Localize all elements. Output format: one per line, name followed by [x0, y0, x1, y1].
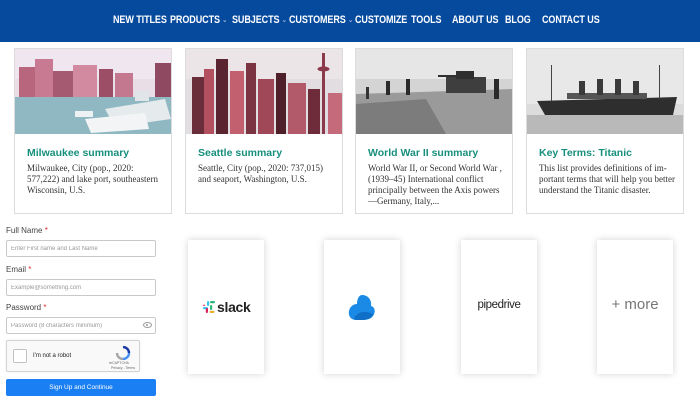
- recaptcha-logo-icon: [115, 346, 131, 360]
- required-marker: *: [44, 226, 48, 235]
- top-navigation-bar: NEW TITLES PRODUCTS ⌄ SUBJECTS ⌄ CUSTOMERS…: [0, 0, 700, 42]
- slack-logo: slack: [203, 298, 251, 316]
- required-marker: *: [28, 265, 32, 274]
- nav-about-us[interactable]: ABOUT US: [452, 14, 499, 26]
- summary-card-seattle[interactable]: Seattle summary Seattle, City (pop., 202…: [185, 48, 343, 214]
- show-password-icon[interactable]: [143, 322, 152, 328]
- nav-blog-label: BLOG: [505, 14, 531, 26]
- seattle-photo: [186, 49, 342, 134]
- card-title[interactable]: Milwaukee summary: [27, 147, 129, 159]
- more-integrations-label: + more: [611, 296, 659, 313]
- card-title[interactable]: Seattle summary: [198, 147, 282, 159]
- recaptcha-links[interactable]: Privacy - Terms: [111, 366, 135, 370]
- nav-about-us-label: ABOUT US: [452, 14, 499, 26]
- chevron-down-icon: ⌄: [348, 17, 353, 24]
- chevron-down-icon: ⌄: [281, 17, 287, 24]
- card-description: Milwaukee, City (pop., 2020: 577,222) an…: [27, 163, 158, 195]
- recaptcha-checkbox[interactable]: [13, 349, 27, 363]
- nav-customize[interactable]: CUSTOMIZE: [355, 14, 407, 26]
- nav-tools-label: TOOLS: [411, 14, 442, 26]
- card-title[interactable]: World War II summary: [368, 147, 478, 159]
- card-description: World War II, or Second World War , (193…: [368, 163, 502, 206]
- nav-customers-label: CUSTOMERS: [289, 14, 346, 26]
- nav-contact-us-label: CONTACT US: [542, 14, 600, 26]
- sign-up-button[interactable]: Sign Up and Continue: [6, 379, 156, 396]
- milwaukee-photo: [15, 49, 171, 134]
- nav-contact-us[interactable]: CONTACT US: [542, 14, 600, 26]
- integration-tile-cloud[interactable]: [324, 240, 400, 374]
- pipedrive-logo: pipedrive: [477, 299, 521, 311]
- integration-tile-more[interactable]: + more: [597, 240, 673, 374]
- recaptcha-widget: I'm not a robot reCAPTCHA Privacy - Term…: [6, 340, 140, 372]
- nav-customers[interactable]: CUSTOMERS ⌄: [289, 14, 353, 26]
- chevron-down-icon: ⌄: [222, 17, 228, 24]
- world-war-ii-photo: [356, 49, 512, 134]
- nav-new-titles-label: NEW TITLES: [113, 14, 167, 26]
- nav-new-titles[interactable]: NEW TITLES: [113, 14, 167, 26]
- summary-card-titanic[interactable]: Key Terms: Titanic This list provides de…: [526, 48, 684, 214]
- card-description: Seattle, City (pop., 2020: 737,015) and …: [198, 163, 323, 184]
- integration-tile-slack[interactable]: slack: [188, 240, 264, 374]
- password-label: Password *: [6, 303, 46, 312]
- nav-blog[interactable]: BLOG: [505, 14, 531, 26]
- summary-card-world-war-ii[interactable]: World War II summary World War II, or Se…: [355, 48, 513, 214]
- nav-subjects-label: SUBJECTS: [232, 14, 280, 26]
- nav-products-label: PRODUCTS: [170, 14, 220, 26]
- password-label-text: Password: [6, 303, 42, 312]
- required-marker: *: [43, 303, 47, 312]
- email-input[interactable]: [6, 279, 156, 296]
- card-description: This list provides definitions of im­por…: [539, 163, 675, 195]
- slack-logo-icon: [203, 301, 215, 313]
- full-name-label: Full Name *: [6, 226, 48, 235]
- nav-products[interactable]: PRODUCTS ⌄: [170, 14, 227, 26]
- summary-card-milwaukee[interactable]: Milwaukee summary Milwaukee, City (pop.,…: [14, 48, 172, 214]
- cloud-logo-icon: [348, 295, 375, 320]
- titanic-photo: [527, 49, 683, 134]
- recaptcha-label: I'm not a robot: [33, 353, 72, 359]
- nav-tools[interactable]: TOOLS: [411, 14, 442, 26]
- password-input[interactable]: [6, 317, 156, 334]
- email-label-text: Email: [6, 265, 27, 274]
- nav-customize-label: CUSTOMIZE: [355, 14, 408, 26]
- full-name-label-text: Full Name: [6, 226, 43, 235]
- full-name-input[interactable]: [6, 240, 156, 257]
- nav-subjects[interactable]: SUBJECTS ⌄: [232, 14, 287, 26]
- slack-wordmark: slack: [217, 299, 251, 315]
- email-label: Email *: [6, 265, 31, 274]
- integration-tile-pipedrive[interactable]: pipedrive: [461, 240, 537, 374]
- card-title[interactable]: Key Terms: Titanic: [539, 147, 632, 159]
- recaptcha-brand: reCAPTCHA: [109, 361, 129, 365]
